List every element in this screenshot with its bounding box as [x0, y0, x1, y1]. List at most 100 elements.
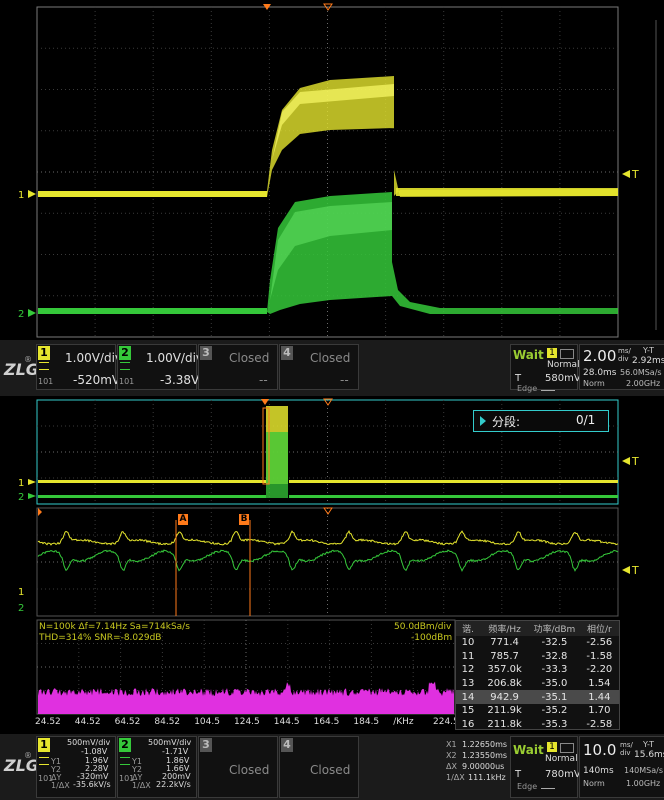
- trigger-edge-bottom: Edge: [517, 782, 537, 791]
- bandwidth-bottom: 1.00GHz: [626, 779, 660, 788]
- ch2-offset: -3.38V: [160, 373, 199, 387]
- timebase-info-box[interactable]: 2.00 ms/ div Y-T 2.92ms 28.0ms 56.0MSa/s…: [579, 344, 664, 390]
- ch3-info-box[interactable]: 3 Closed --: [198, 344, 278, 390]
- cursor-a-label[interactable]: A: [178, 514, 188, 525]
- trigger-level-marker[interactable]: T: [631, 168, 639, 181]
- record-length-bottom: 140ms: [583, 766, 614, 776]
- harmonic-cell: 13: [456, 677, 480, 691]
- main-waveform-svg: 1 2 T: [0, 0, 664, 340]
- timebase-unit-top: ms/: [618, 347, 631, 355]
- ch1-fx-label: 1/ΔX: [51, 781, 70, 790]
- x1-label: X1: [446, 740, 457, 749]
- ch4-number: 4: [281, 346, 293, 360]
- harmonic-cell: -33.3: [529, 663, 580, 677]
- segment-arrow-icon: [480, 416, 486, 426]
- harmonic-row[interactable]: 13 206.8k -35.0 1.54: [456, 677, 619, 691]
- zlg-logo: ZLG: [4, 360, 39, 379]
- bottom-status-bar: ZLG ® 1 500mV/div -1.08V Y1 1.96V Y2 2.2…: [0, 734, 664, 800]
- ch1-offset-bottom: -1.08V: [81, 747, 107, 756]
- harmonic-row[interactable]: 10 771.4 -32.5 -2.56: [456, 636, 619, 650]
- ch1-bw-icon: 101: [38, 377, 53, 386]
- harmonic-cell: -1.58: [580, 650, 619, 664]
- ch4-info-box[interactable]: 4 Closed --: [279, 344, 359, 390]
- timebase-unit-bottom-bottom: div: [620, 749, 631, 757]
- harmonic-row[interactable]: 12 357.0k -33.3 -2.20: [456, 663, 619, 677]
- fdx-label: 1/ΔX: [446, 773, 465, 782]
- harmonic-cell: -35.0: [529, 677, 580, 691]
- harmonic-cell: -35.3: [529, 718, 580, 732]
- ch3-info-box-bottom[interactable]: 3 Closed: [198, 736, 278, 798]
- yt-mode: Y-T: [643, 346, 654, 355]
- registered-icon-bottom: ®: [24, 751, 32, 760]
- harmonic-row[interactable]: 14 942.9 -35.1 1.44: [456, 690, 619, 704]
- timebase-scale: 2.00: [583, 347, 616, 365]
- ch1-scale: 1.00V/div: [65, 351, 122, 365]
- registered-icon: ®: [24, 355, 32, 364]
- acquisition-mode-bottom: Norm: [583, 779, 605, 788]
- timebase-unit-top-bottom: ms/: [620, 741, 633, 749]
- fdx-value: 111.1kHz: [468, 773, 506, 782]
- trigger-info-box-bottom[interactable]: Wait 1 Normal T 780mV Edge: [510, 736, 578, 798]
- fft-info-line2: THD=314% SNR=-8.029dB: [39, 633, 161, 643]
- harmonic-row[interactable]: 15 211.9k -35.2 1.70: [456, 704, 619, 718]
- x2-label: X2: [446, 751, 457, 760]
- ch2-cursor-box[interactable]: 2 500mV/div -1.71V Y1 1.86V Y2 1.66V 101…: [117, 736, 197, 798]
- main-waveform-view[interactable]: 1 2 T: [0, 0, 664, 340]
- sample-rate: 56.0MSa/s: [620, 368, 662, 377]
- ch1-coupling-icon: [39, 362, 49, 370]
- x2-value: 1.23550ms: [462, 751, 507, 760]
- ch2-ground-marker[interactable]: 2: [18, 309, 24, 320]
- bandwidth: 2.00GHz: [626, 379, 660, 388]
- zoom-ch1-marker[interactable]: 1: [18, 587, 24, 598]
- timebase-info-box-bottom[interactable]: 10.0 ms/ div Y-T 15.6ms 140ms 140MSa/s N…: [579, 736, 664, 798]
- ch2-info-box[interactable]: 2 101 1.00V/div -3.38V: [117, 344, 197, 390]
- col-phase: 相位/r: [580, 621, 619, 636]
- harmonic-cell: 1.44: [580, 690, 619, 704]
- ch1-info-box[interactable]: 1 101 1.00V/div -520mV: [36, 344, 116, 390]
- sample-rate-bottom: 140MSa/s: [624, 766, 663, 775]
- trigger-coupling-icon-bottom: [560, 743, 574, 753]
- harmonic-cell: 211.9k: [480, 704, 529, 718]
- ch2-marker-arrow: [28, 309, 36, 317]
- harmonic-cell: 785.7: [480, 650, 529, 664]
- zlg-logo-bottom: ZLG: [4, 756, 39, 775]
- cursor-b-label[interactable]: B: [239, 514, 249, 525]
- harmonic-cell: 10: [456, 636, 480, 650]
- fft-x-tick: 124.5: [234, 717, 260, 727]
- trigger-type-bottom: T: [515, 769, 521, 780]
- harmonic-cell: -35.1: [529, 690, 580, 704]
- segment-box[interactable]: 分段: 0/1: [473, 410, 609, 432]
- ch1-cursor-box[interactable]: 1 500mV/div -1.08V Y1 1.96V Y2 2.28V 101…: [36, 736, 116, 798]
- trigger-mode: Normal: [547, 360, 580, 370]
- fft-info-line1: N=100k Δf=7.14Hz Sa=714kSa/s: [39, 622, 190, 632]
- zoom-trigger-level[interactable]: T: [631, 564, 639, 577]
- trigger-source: 1: [547, 348, 557, 358]
- harmonic-cell: 15: [456, 704, 480, 718]
- trigger-info-box[interactable]: Wait 1 Normal T 580mV Edge: [510, 344, 578, 390]
- harmonic-cell: -32.5: [529, 636, 580, 650]
- zoom-ch2-marker[interactable]: 2: [18, 603, 24, 614]
- trigger-level: 580mV: [545, 373, 581, 384]
- harmonic-row[interactable]: 11 785.7 -32.8 -1.58: [456, 650, 619, 664]
- harmonic-row[interactable]: 16 211.8k -35.3 -2.58: [456, 718, 619, 732]
- ch1-ground-marker[interactable]: 1: [18, 190, 24, 201]
- ch2-bw-icon: 101: [119, 377, 134, 386]
- overview-ch1-marker[interactable]: 1: [18, 478, 24, 489]
- col-frequency: 频率/Hz: [480, 621, 529, 636]
- fft-x-tick: 164.5: [314, 717, 340, 727]
- ch3-status-bottom: Closed: [229, 763, 269, 777]
- top-status-bar: ZLG ® 1 101 1.00V/div -520mV 2 101 1.00V…: [0, 340, 664, 396]
- ch4-info-box-bottom[interactable]: 4 Closed: [279, 736, 359, 798]
- ch3-number-bottom: 3: [200, 738, 212, 752]
- fft-x-tick: 24.52: [35, 717, 61, 727]
- ch4-status: Closed: [310, 351, 350, 365]
- ch1-fx-value: -35.6kV/s: [73, 780, 111, 789]
- overview-trigger-level[interactable]: T: [631, 455, 639, 468]
- harmonic-cell: 16: [456, 718, 480, 732]
- lower-waveform-view[interactable]: 1 2 T 1 2 T 分段: 0/1 A B N=100k Δf=7.14Hz…: [0, 396, 664, 734]
- trigger-edge: Edge: [517, 384, 537, 393]
- ch1-marker-arrow: [28, 190, 36, 198]
- fft-ref-offset: -100dBm: [411, 633, 452, 643]
- harmonics-table[interactable]: 谐. 频率/Hz 功率/dBm 相位/r 10 771.4 -32.5 -2.56 11…: [455, 620, 620, 730]
- overview-ch2-marker[interactable]: 2: [18, 492, 24, 503]
